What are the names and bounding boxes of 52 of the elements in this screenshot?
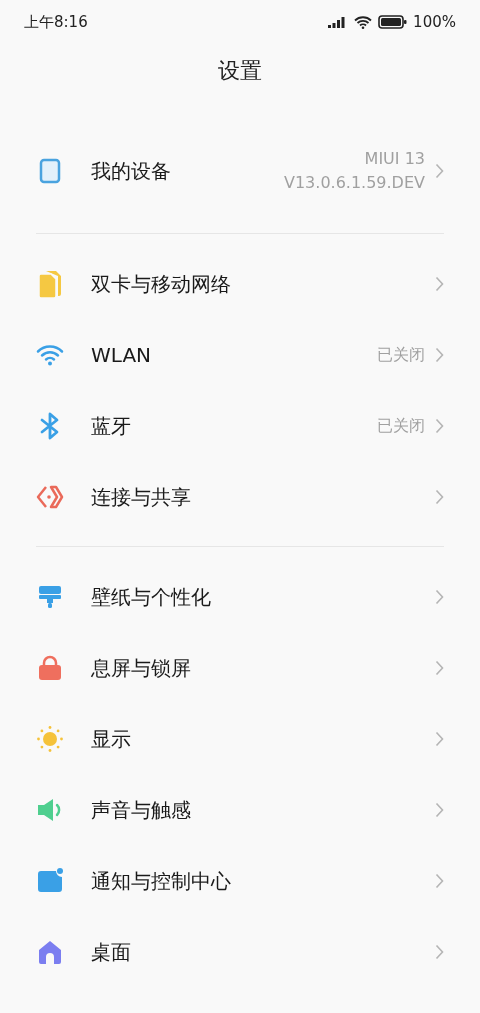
item-label: 壁纸与个性化 (91, 583, 212, 611)
item-value: 已关闭 (377, 343, 425, 366)
wifi-icon (354, 15, 373, 29)
chevron-right-icon (435, 488, 444, 505)
chevron-right-icon (435, 417, 444, 434)
lock-icon (37, 654, 63, 681)
chevron-right-icon (435, 801, 444, 818)
item-label: 息屏与锁屏 (91, 654, 192, 682)
settings-item[interactable]: 我的设备 MIUI 13 V13.0.6.1.59.DEV (0, 123, 480, 219)
item-value: 已关闭 (377, 414, 425, 437)
home-icon (37, 938, 63, 965)
chevron-right-icon (435, 943, 444, 960)
item-label: 显示 (91, 725, 132, 753)
notification-icon (37, 867, 63, 894)
item-label: 连接与共享 (91, 483, 192, 511)
sim-cards-icon (38, 269, 62, 298)
paint-roller-icon (37, 583, 63, 610)
page-title: 设置 (218, 57, 262, 85)
item-label: 蓝牙 (91, 412, 132, 440)
item-label: 双卡与移动网络 (91, 270, 232, 298)
item-label: 声音与触感 (91, 796, 192, 824)
wifi-icon (36, 343, 64, 366)
battery-icon (378, 15, 408, 29)
settings-item[interactable]: 桌面 (0, 916, 480, 987)
item-value: V13.0.6.1.59.DEV (284, 172, 425, 194)
settings-item[interactable]: 壁纸与个性化 (0, 561, 480, 632)
item-label: WLAN (91, 341, 153, 369)
phone-icon (39, 158, 61, 184)
settings-item[interactable]: 双卡与移动网络 (0, 248, 480, 319)
chevron-right-icon (435, 872, 444, 889)
chevron-right-icon (435, 346, 444, 363)
bluetooth-icon (39, 411, 61, 440)
sun-icon (36, 724, 64, 753)
settings-item[interactable]: 息屏与锁屏 (0, 632, 480, 703)
chevron-right-icon (435, 275, 444, 292)
settings-item[interactable]: WLAN 已关闭 (0, 319, 480, 390)
settings-item[interactable]: 显示 (0, 703, 480, 774)
battery-percent: 100% (413, 11, 456, 33)
settings-item[interactable]: 声音与触感 (0, 774, 480, 845)
item-value: MIUI 13 (364, 148, 425, 170)
item-label: 我的设备 (91, 158, 172, 185)
settings-item[interactable]: 通知与控制中心 (0, 845, 480, 916)
settings-item[interactable]: 蓝牙 已关闭 (0, 390, 480, 461)
chevron-right-icon (435, 730, 444, 747)
settings-item[interactable]: 连接与共享 (0, 461, 480, 532)
diamond-share-icon (36, 483, 64, 510)
chevron-right-icon (435, 163, 444, 179)
chevron-right-icon (435, 659, 444, 676)
status-time: 上午8:16 (24, 11, 88, 33)
item-label: 桌面 (91, 938, 132, 966)
chevron-right-icon (435, 588, 444, 605)
item-label: 通知与控制中心 (91, 867, 232, 895)
